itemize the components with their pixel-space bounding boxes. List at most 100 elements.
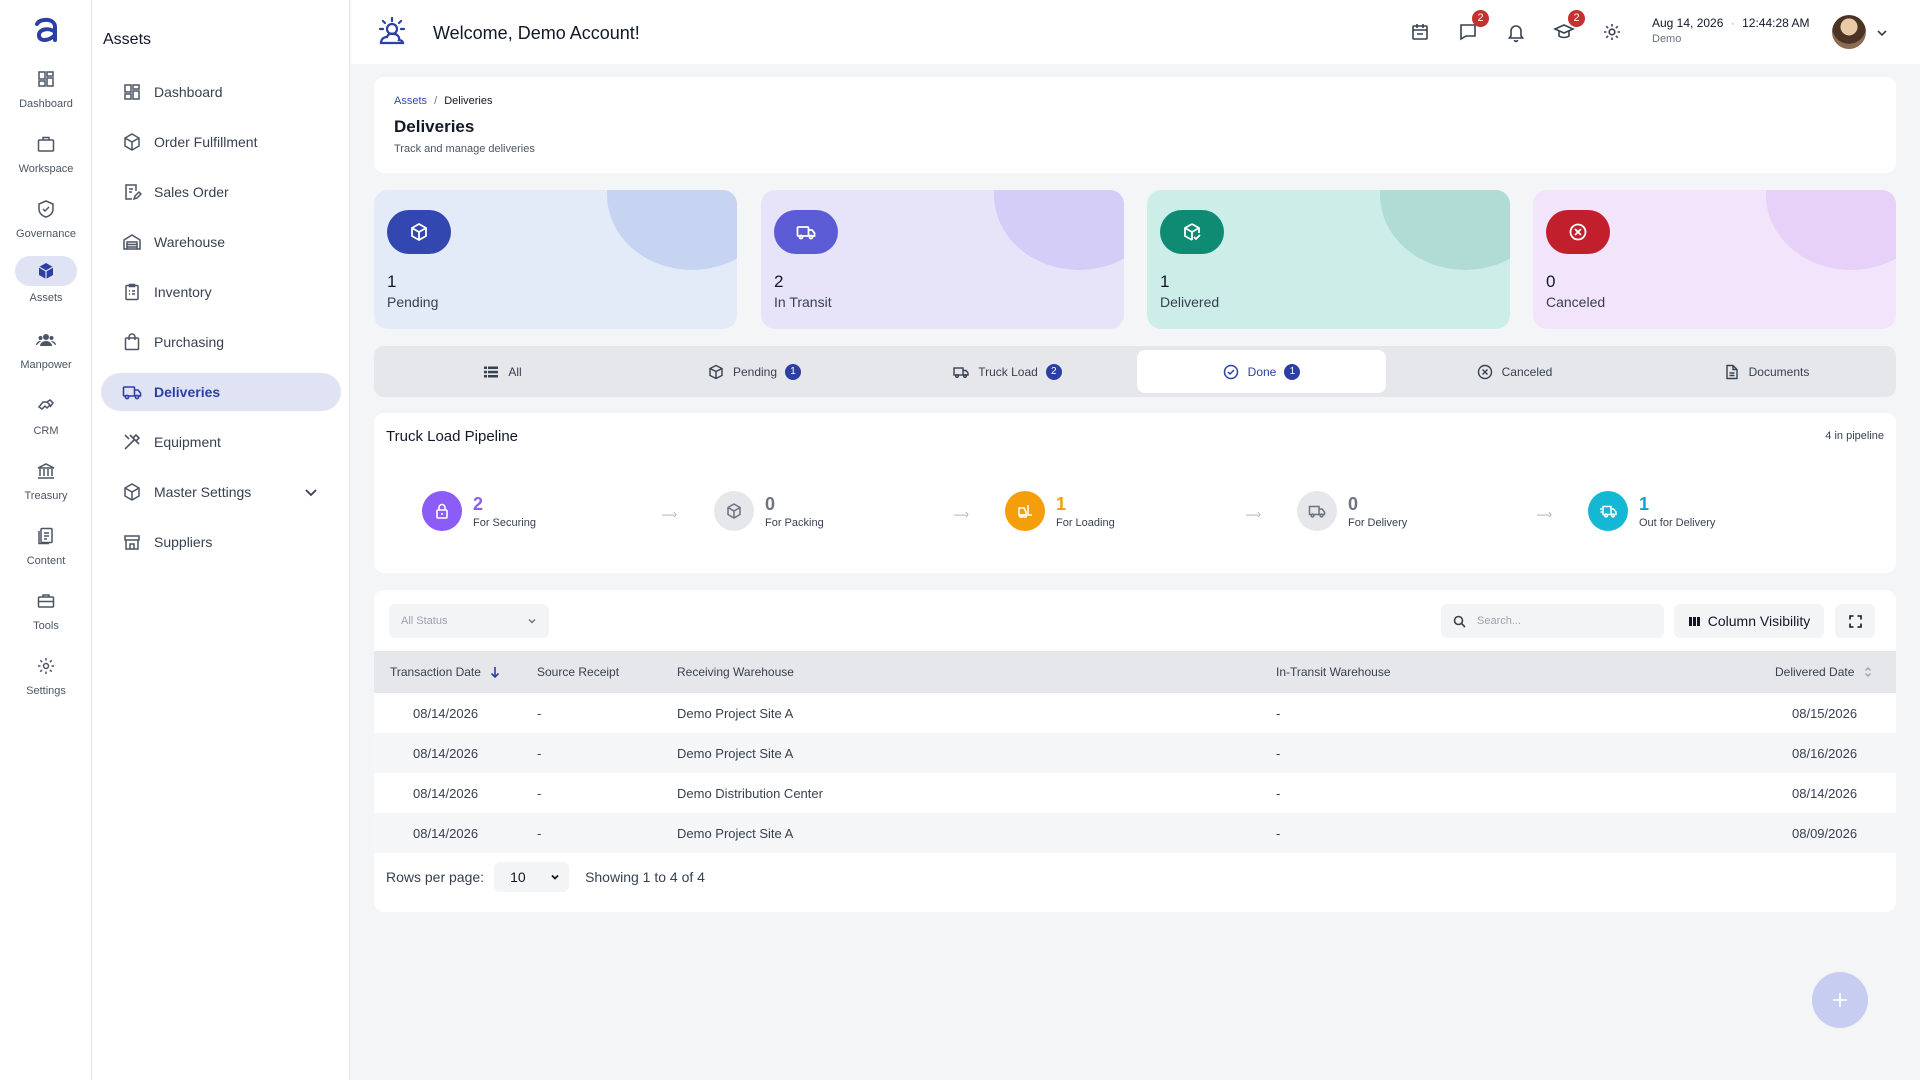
gear-icon[interactable] xyxy=(1601,21,1623,43)
column-header-source-receipt[interactable]: Source Receipt xyxy=(537,665,619,679)
tab-label: Pending xyxy=(732,364,778,379)
decorative-blob xyxy=(1380,190,1510,270)
sidebar-item-equipment[interactable]: Equipment xyxy=(101,423,341,461)
sidebar-item-order-fulfillment[interactable]: Order Fulfillment xyxy=(101,123,341,161)
stat-card-delivered[interactable]: 1 Delivered xyxy=(1147,190,1510,329)
gear-icon xyxy=(30,653,62,679)
stat-card-in-transit[interactable]: 2 In Transit xyxy=(761,190,1124,329)
fullscreen-button[interactable] xyxy=(1835,604,1875,638)
rail-item-crm[interactable]: CRM xyxy=(0,393,92,437)
sidebar-item-deliveries[interactable]: Deliveries xyxy=(101,373,341,411)
avatar[interactable] xyxy=(1832,15,1866,49)
cell-transaction-date: 08/14/2026 xyxy=(413,786,479,801)
plus-icon xyxy=(1833,993,1847,1007)
add-delivery-button[interactable] xyxy=(1812,972,1868,1028)
module-sidebar: Assets Dashboard Order Fulfillment Sales… xyxy=(92,0,350,1080)
table-row[interactable]: 08/14/2026 - Demo Project Site A - 08/09… xyxy=(374,813,1896,853)
search-input[interactable]: Search... xyxy=(1441,604,1664,638)
sidebar-item-suppliers[interactable]: Suppliers xyxy=(101,523,341,561)
search-placeholder: Search... xyxy=(1477,615,1522,627)
stat-card-pending[interactable]: 1 Pending xyxy=(374,190,737,329)
cell-delivered-date: 08/09/2026 xyxy=(1792,826,1858,841)
chevron-down-icon[interactable] xyxy=(303,484,319,500)
stat-icon-badge xyxy=(387,210,451,254)
deliveries-table-card: All Status Search... Column Visibility T… xyxy=(374,590,1896,912)
pipeline-stage-delivery[interactable]: 0 For Delivery xyxy=(1297,491,1407,531)
tab-label: All xyxy=(508,364,522,379)
tab-documents[interactable]: Documents xyxy=(1642,350,1891,393)
rail-label: Assets xyxy=(29,292,63,304)
rows-per-page-label: Rows per page: xyxy=(386,869,485,885)
sidebar-item-label: Deliveries xyxy=(154,384,221,400)
sidebar-item-warehouse[interactable]: Warehouse xyxy=(101,223,341,261)
sidebar-item-sales-order[interactable]: Sales Order xyxy=(101,173,341,211)
bell-icon[interactable] xyxy=(1505,21,1527,43)
column-header-transaction-date[interactable]: Transaction Date xyxy=(390,665,501,679)
rail-label: CRM xyxy=(33,425,59,437)
column-header-in-transit-warehouse[interactable]: In-Transit Warehouse xyxy=(1276,665,1391,679)
package-icon xyxy=(727,503,741,519)
stage-icon-circle xyxy=(1588,491,1628,531)
column-header-receiving-warehouse[interactable]: Receiving Warehouse xyxy=(677,665,794,679)
sidebar-item-inventory[interactable]: Inventory xyxy=(101,273,341,311)
stat-card-canceled[interactable]: 0 Canceled xyxy=(1533,190,1896,329)
rail-item-dashboard[interactable]: Dashboard xyxy=(0,66,92,110)
pipeline-stage-packing[interactable]: 0 For Packing xyxy=(714,491,824,531)
table-row[interactable]: 08/14/2026 - Demo Distribution Center - … xyxy=(374,773,1896,813)
rail-item-workspace[interactable]: Workspace xyxy=(0,131,92,175)
rows-per-page-select[interactable]: 10 xyxy=(494,862,570,892)
pipeline-stage-out-for-delivery[interactable]: 1 Out for Delivery xyxy=(1588,491,1715,531)
rail-item-content[interactable]: Content xyxy=(0,523,92,567)
column-header-delivered-date[interactable]: Delivered Date xyxy=(1775,665,1874,679)
table-row[interactable]: 08/14/2026 - Demo Project Site A - 08/16… xyxy=(374,733,1896,773)
rail-label: Settings xyxy=(26,685,66,697)
pipeline-arrow-icon: —› xyxy=(662,507,677,521)
sort-descending-icon[interactable] xyxy=(489,666,501,678)
tab-done[interactable]: Done 1 xyxy=(1137,350,1386,393)
stage-icon-circle xyxy=(1297,491,1337,531)
rail-item-treasury[interactable]: Treasury xyxy=(0,458,92,502)
tools-icon xyxy=(124,433,141,450)
sidebar-item-dashboard[interactable]: Dashboard xyxy=(101,73,341,111)
rail-item-settings[interactable]: Settings xyxy=(0,653,92,697)
cell-in-transit-warehouse: - xyxy=(1276,746,1281,761)
tab-truck-load[interactable]: Truck Load 2 xyxy=(883,350,1132,393)
tab-pending[interactable]: Pending 1 xyxy=(630,350,879,393)
column-visibility-button[interactable]: Column Visibility xyxy=(1674,604,1824,638)
rail-item-governance[interactable]: Governance xyxy=(0,196,92,240)
breadcrumb-link-assets[interactable]: Assets xyxy=(394,95,427,107)
status-filter-select[interactable]: All Status xyxy=(389,604,549,638)
cell-receiving-warehouse: Demo Project Site A xyxy=(677,826,794,841)
pipeline-stage-loading[interactable]: 1 For Loading xyxy=(1005,491,1115,531)
people-icon xyxy=(30,327,62,353)
stat-value: 1 xyxy=(1160,272,1170,291)
stat-value: 1 xyxy=(387,272,397,291)
breadcrumb-current: Deliveries xyxy=(444,95,493,107)
table-footer: Rows per page: 10 Showing 1 to 4 of 4 xyxy=(386,862,705,892)
app-logo[interactable] xyxy=(28,12,64,48)
cell-delivered-date: 08/14/2026 xyxy=(1792,786,1858,801)
tab-all[interactable]: All xyxy=(378,350,627,393)
stage-value: 1 xyxy=(1056,493,1067,514)
rail-item-assets[interactable]: Assets xyxy=(0,256,92,304)
pipeline-stage-securing[interactable]: 2 For Securing xyxy=(422,491,536,531)
tab-canceled[interactable]: Canceled xyxy=(1390,350,1639,393)
table-row[interactable]: 08/14/2026 - Demo Project Site A - 08/15… xyxy=(374,693,1896,733)
column-header-label: Receiving Warehouse xyxy=(677,665,794,679)
pagination-summary: Showing 1 to 4 of 4 xyxy=(585,869,705,885)
tab-count-badge: 2 xyxy=(1045,363,1062,380)
chevron-down-icon[interactable] xyxy=(1875,26,1889,40)
sort-icon[interactable] xyxy=(1862,666,1874,678)
cell-in-transit-warehouse: - xyxy=(1276,786,1281,801)
datetime-display: Aug 14, 2026 · 12:44:28 AM Demo xyxy=(1652,16,1809,45)
calendar-icon[interactable] xyxy=(1409,21,1431,43)
stat-label: Delivered xyxy=(1160,294,1220,310)
sidebar-item-master-settings[interactable]: Master Settings xyxy=(101,473,341,511)
rail-item-tools[interactable]: Tools xyxy=(0,588,92,632)
rail-item-manpower[interactable]: Manpower xyxy=(0,327,92,371)
sidebar-item-purchasing[interactable]: Purchasing xyxy=(101,323,341,361)
stage-label: For Packing xyxy=(765,516,824,529)
sidebar-item-label: Sales Order xyxy=(154,184,229,200)
cell-receiving-warehouse: Demo Distribution Center xyxy=(677,786,823,801)
rail-label: Dashboard xyxy=(19,98,73,110)
